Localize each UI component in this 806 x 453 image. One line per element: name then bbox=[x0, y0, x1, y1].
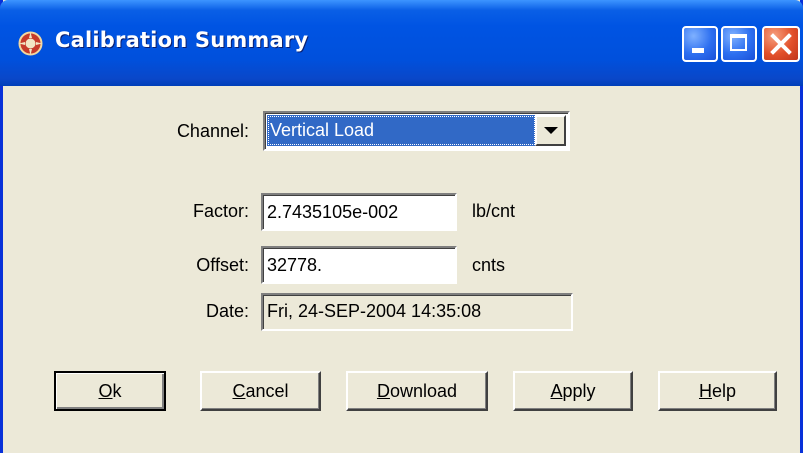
ok-button-label: k bbox=[112, 381, 122, 401]
close-x-glyph bbox=[770, 33, 792, 55]
maximize-icon[interactable] bbox=[721, 26, 757, 62]
channel-dropdown[interactable]: Vertical Load bbox=[263, 111, 570, 151]
offset-unit: cnts bbox=[472, 255, 506, 275]
apply-button-label: pply bbox=[562, 381, 596, 401]
cancel-button-mnemonic: C bbox=[232, 381, 246, 401]
calibration-summary-window: Calibration Summary Channel: Vertical Lo… bbox=[0, 0, 803, 453]
factor-input[interactable] bbox=[261, 193, 457, 231]
cancel-button-label: ancel bbox=[245, 381, 289, 401]
help-button-mnemonic: H bbox=[698, 381, 712, 401]
cancel-button[interactable]: Cancel bbox=[200, 371, 321, 411]
window-title: Calibration Summary bbox=[55, 28, 309, 52]
factor-unit: lb/cnt bbox=[472, 201, 516, 221]
channel-selected-value[interactable]: Vertical Load bbox=[267, 115, 536, 146]
download-button[interactable]: Download bbox=[346, 371, 488, 411]
download-button-label: ownload bbox=[389, 381, 458, 401]
ok-button[interactable]: Ok bbox=[54, 371, 166, 411]
download-button-mnemonic: D bbox=[376, 381, 390, 401]
help-button[interactable]: Help bbox=[658, 371, 777, 411]
close-icon[interactable] bbox=[762, 26, 800, 62]
title-bar[interactable]: Calibration Summary bbox=[0, 0, 803, 86]
chevron-down-icon[interactable] bbox=[535, 115, 566, 146]
factor-label: Factor: bbox=[192, 201, 249, 221]
date-label: Date: bbox=[205, 301, 249, 321]
help-button-label: elp bbox=[711, 381, 737, 401]
minimize-icon[interactable] bbox=[682, 26, 718, 62]
date-field: Fri, 24-SEP-2004 14:35:08 bbox=[261, 293, 573, 331]
apply-button[interactable]: Apply bbox=[513, 371, 633, 411]
ok-button-mnemonic: O bbox=[98, 381, 113, 401]
offset-label: Offset: bbox=[196, 255, 249, 275]
channel-label: Channel: bbox=[176, 121, 249, 141]
emblem-icon bbox=[18, 31, 43, 56]
apply-button-mnemonic: A bbox=[550, 381, 563, 401]
offset-input[interactable] bbox=[261, 246, 457, 284]
